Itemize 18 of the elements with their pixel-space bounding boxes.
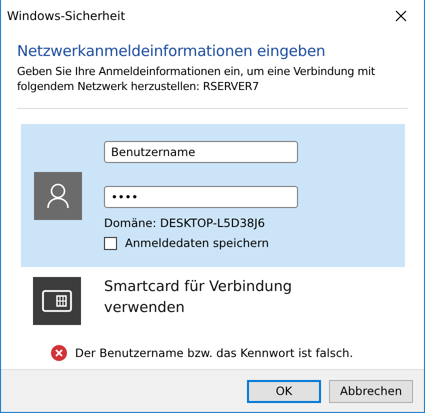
error-message: Der Benutzername bzw. das Kennwort ist falsch. (75, 346, 354, 360)
smartcard-option[interactable]: Smartcard für Verbindung verwenden (33, 277, 408, 325)
credential-panel[interactable]: Benutzername •••• Domäne: DESKTOP-L5D38J6 Anmeldedaten speichern (21, 124, 405, 267)
smartcard-icon (33, 277, 81, 325)
description-text: Geben Sie Ihre Anmeldeinformationen ein, um eine Verbindung mit folgendem Netzwerk herzustellen: RSERVER7 (17, 64, 376, 94)
ok-button[interactable]: OK (247, 380, 321, 402)
dialog-heading: Netzwerkanmeldeinformationen eingeben (17, 42, 326, 60)
user-icon (34, 172, 82, 220)
close-icon[interactable] (395, 10, 407, 22)
window-title: Windows-Sicherheit (7, 9, 126, 23)
smartcard-label[interactable]: Smartcard für Verbindung verwenden (104, 277, 314, 319)
cancel-button[interactable]: Abbrechen (329, 380, 413, 402)
error-icon (51, 345, 67, 361)
password-field[interactable]: •••• (104, 186, 298, 208)
remember-label[interactable]: Anmeldedaten speichern (125, 236, 269, 250)
username-field[interactable]: Benutzername (104, 141, 298, 163)
remember-checkbox[interactable] (104, 236, 117, 250)
domain-label: Domäne: DESKTOP-L5D38J6 (104, 216, 266, 230)
